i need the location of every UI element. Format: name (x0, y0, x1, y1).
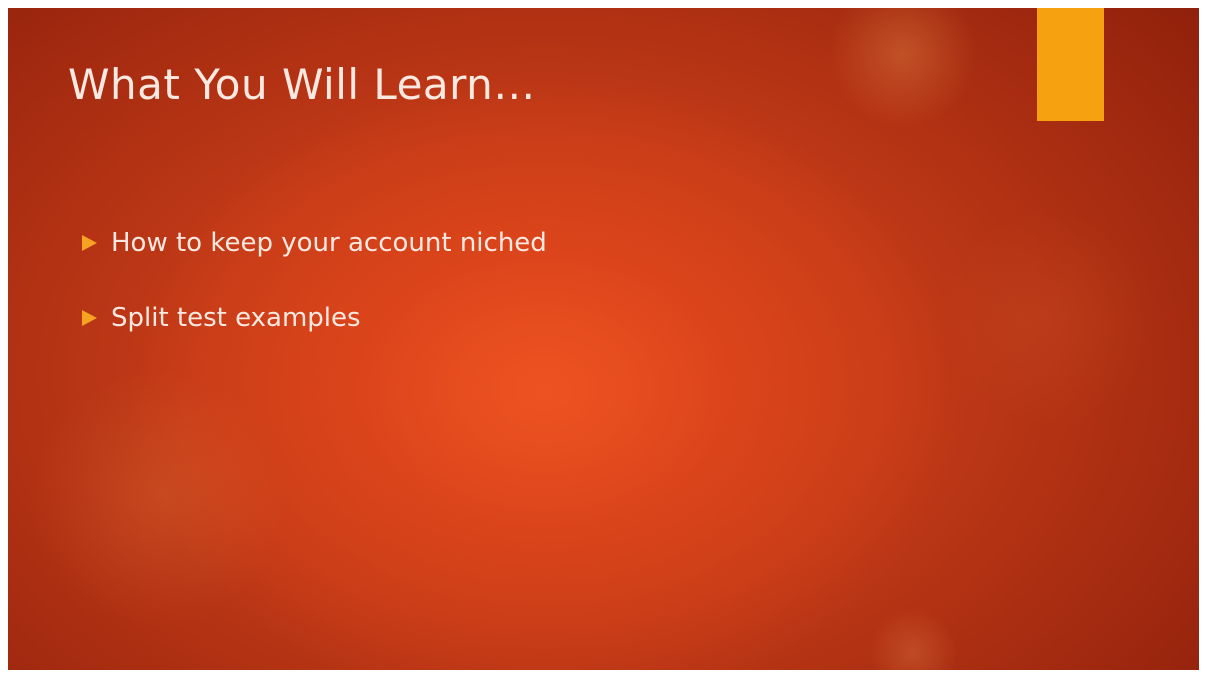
bokeh-light (828, 8, 978, 128)
slide-frame: What You Will Learn… How to keep your ac… (0, 0, 1207, 678)
bullet-item: How to keep your account niched (82, 223, 547, 263)
slide-title: What You Will Learn… (68, 60, 536, 109)
triangle-bullet-icon (82, 235, 97, 251)
bokeh-light (868, 608, 958, 670)
bullet-item: Split test examples (82, 298, 547, 338)
bullet-text: Split test examples (111, 303, 361, 333)
slide: What You Will Learn… How to keep your ac… (8, 8, 1199, 670)
accent-bar (1037, 8, 1104, 121)
triangle-bullet-icon (82, 310, 97, 326)
bokeh-light (938, 208, 1158, 428)
bullet-list: How to keep your account niched Split te… (82, 223, 547, 373)
bokeh-light (28, 368, 288, 628)
bullet-text: How to keep your account niched (111, 228, 547, 258)
